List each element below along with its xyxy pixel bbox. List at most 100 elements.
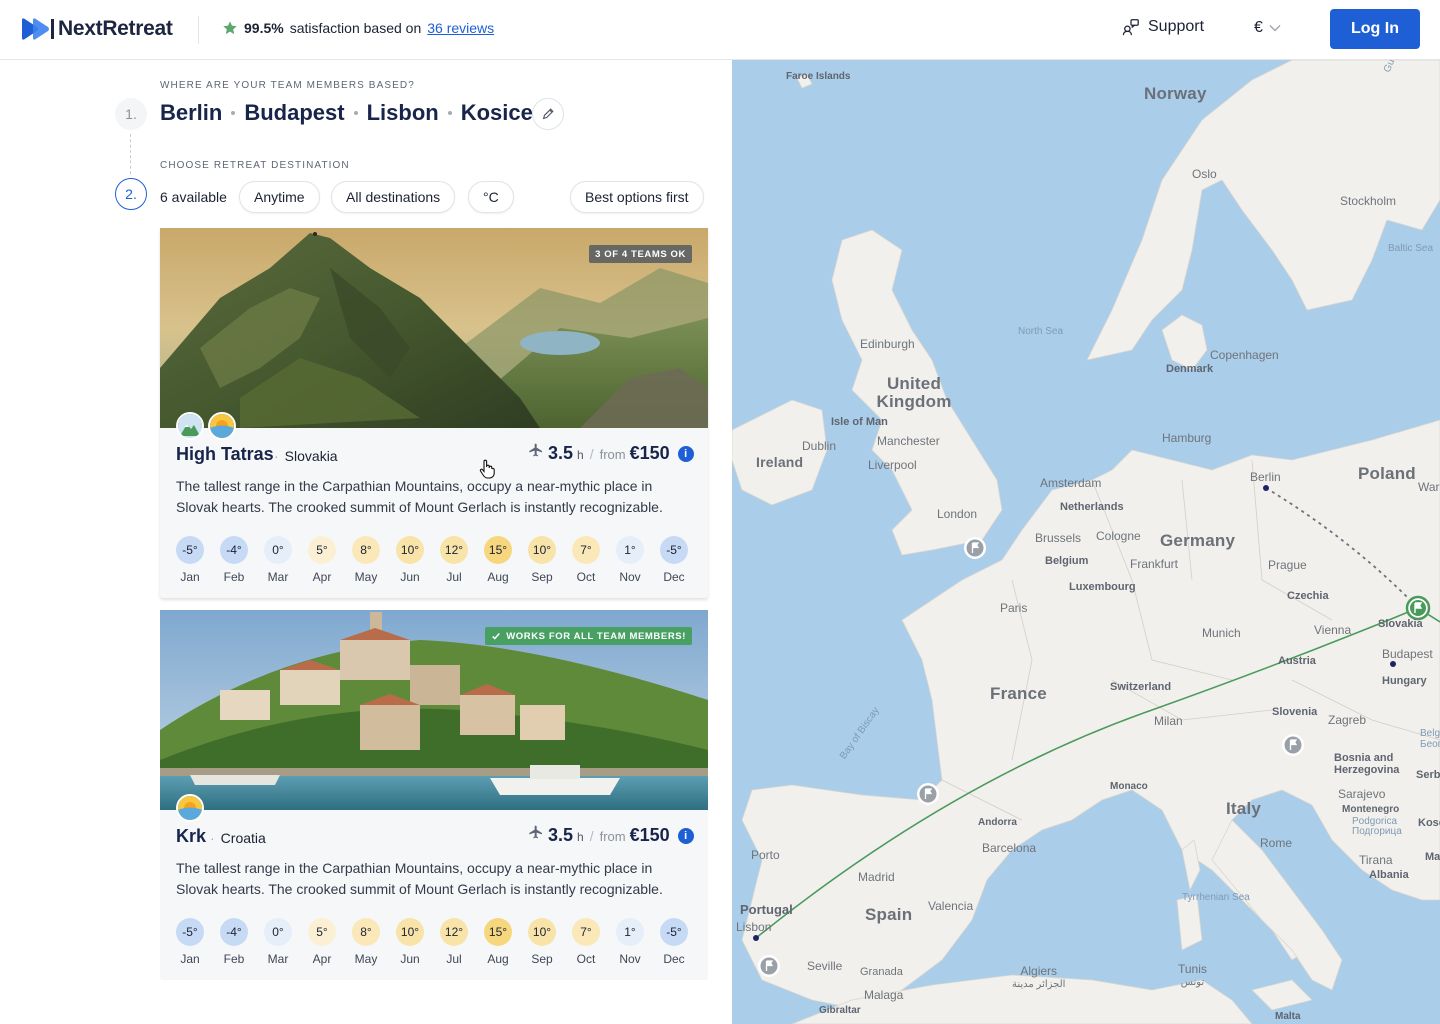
from-label: from [599, 447, 626, 462]
map-city-barcelona: Barcelona [982, 841, 1037, 855]
map-city-berlin: Berlin [1250, 470, 1281, 484]
map-label-isle-of-man: Isle of Man [831, 416, 888, 428]
pencil-icon [542, 108, 554, 120]
map-country-uk: United Kingdom [876, 374, 952, 411]
map-city-munich: Munich [1202, 626, 1241, 640]
destination-description: The tallest range in the Carpathian Moun… [176, 860, 663, 897]
map-label-czechia: Czechia [1287, 590, 1329, 602]
currency-select[interactable]: € [1254, 19, 1281, 37]
destination-type-icons [176, 794, 204, 822]
month-label: Jun [400, 952, 420, 966]
rating-summary: 99.5% satisfaction based on 36 reviews [222, 20, 494, 36]
map-label-bosnia: Bosnia and Herzegovina [1334, 752, 1400, 776]
info-icon[interactable]: i [677, 828, 694, 844]
map-label-andorra: Andorra [978, 817, 1017, 828]
support-icon [1122, 19, 1139, 36]
map-label-switzerland: Switzerland [1110, 681, 1172, 693]
info-icon[interactable]: i [677, 446, 694, 462]
step1-number: 1. [115, 98, 147, 130]
city-separator [353, 111, 358, 115]
map-label-ma: Ma [1425, 851, 1440, 863]
support-link[interactable]: Support [1122, 18, 1204, 36]
month-label: Jan [180, 952, 200, 966]
temperature-chip: 15° [484, 536, 512, 564]
map-city-madrid: Madrid [858, 870, 895, 884]
europe-map[interactable]: Faroe Islands Norway Gulf of Both Oslo S… [732, 60, 1440, 1024]
month-temperature: 0° Mar [264, 536, 292, 584]
plane-icon [529, 825, 542, 839]
map-city-cologne: Cologne [1096, 529, 1141, 543]
map-label-kosovo: Koso [1418, 817, 1440, 829]
month-label: Nov [619, 952, 641, 966]
map-country-ireland: Ireland [756, 454, 804, 470]
map-label-slovenia: Slovenia [1272, 706, 1318, 718]
login-button[interactable]: Log In [1330, 9, 1420, 49]
map-city-prague: Prague [1268, 558, 1307, 572]
map-label-serbia: Serb [1416, 769, 1440, 781]
map-country-italy: Italy [1226, 799, 1262, 818]
month-temperature: 7° Oct [572, 536, 600, 584]
monthly-temperatures: -5° Jan -4° Feb 0° Mar 5° Apr 8° May 10° Jun 12° Jul 1… [176, 918, 688, 966]
month-label: Oct [576, 952, 596, 966]
month-temperature: 10° Sep [528, 536, 556, 584]
map-country-norway: Norway [1144, 84, 1207, 103]
map-label-albania: Albania [1369, 869, 1409, 881]
month-temperature: 15° Aug [484, 918, 512, 966]
destination-card[interactable]: 3 OF 4 TEAMS OK High Tatras · Slovakia 3.… [160, 228, 708, 598]
city-budapest: Budapest [244, 100, 345, 125]
map-city-brussels: Brussels [1035, 531, 1082, 545]
month-temperature: 10° Jun [396, 536, 424, 584]
temperature-chip: -5° [660, 536, 688, 564]
map-city-malaga: Malaga [864, 988, 904, 1002]
available-count: 6 available [160, 189, 227, 205]
logo[interactable]: NextRetreat [20, 17, 173, 41]
month-label: Aug [487, 952, 509, 966]
temperature-chip: 7° [572, 536, 600, 564]
sort-select[interactable]: Best options first [570, 181, 704, 213]
logo-text: NextRetreat [58, 17, 173, 40]
destination-card[interactable]: WORKS FOR ALL TEAM MEMBERS! Krk · Croatia… [160, 610, 708, 980]
month-label: Apr [312, 952, 332, 966]
month-temperature: 1° Nov [616, 536, 644, 584]
edit-cities-button[interactable] [532, 98, 564, 130]
temperature-chip: 1° [616, 536, 644, 564]
temperature-chip: 10° [528, 918, 556, 946]
reviews-link[interactable]: 36 reviews [427, 20, 494, 36]
chevron-down-icon [1269, 25, 1281, 32]
filter-time[interactable]: Anytime [239, 181, 320, 213]
month-temperature: -5° Dec [660, 918, 688, 966]
map-city-lisbon: Lisbon [736, 920, 772, 934]
filter-temperature-unit[interactable]: °C [468, 181, 514, 213]
step2-overline: CHOOSE RETREAT DESTINATION [160, 160, 350, 171]
filter-destinations[interactable]: All destinations [331, 181, 456, 213]
map-land [732, 60, 1440, 1024]
flight-hours: 3.5 [548, 825, 574, 845]
hours-unit: h [577, 448, 584, 462]
map-city-tunis: Tunis تونس [1178, 962, 1207, 988]
destination-flag-marker[interactable] [757, 954, 781, 978]
header-divider [198, 16, 199, 44]
map-label-netherlands: Netherlands [1060, 501, 1124, 513]
map-label-luxembourg: Luxembourg [1069, 581, 1136, 593]
temperature-chip: 10° [396, 918, 424, 946]
month-temperature: -5° Jan [176, 918, 204, 966]
logo-mark-icon [22, 18, 54, 40]
destination-flag-marker[interactable] [1281, 733, 1305, 757]
destination-photo: 3 OF 4 TEAMS OK [160, 228, 708, 428]
map-label-montenegro: Montenegro [1342, 804, 1400, 815]
map-city-vienna: Vienna [1314, 623, 1352, 637]
month-temperature: 1° Nov [616, 918, 644, 966]
destination-flag-marker[interactable] [916, 782, 940, 806]
map-city-copenhagen: Copenhagen [1210, 348, 1279, 362]
month-label: Sep [531, 952, 553, 966]
map-country-spain: Spain [865, 905, 913, 924]
month-temperature: 12° Jul [440, 918, 468, 966]
map-city-milan: Milan [1154, 714, 1183, 728]
temperature-chip: 8° [352, 918, 380, 946]
destination-flag-marker[interactable] [963, 536, 987, 560]
flight-info: 3.5 h / from €150 i [528, 443, 694, 464]
month-temperature: 8° May [352, 536, 380, 584]
city-separator [231, 111, 236, 115]
city-berlin: Berlin [160, 100, 223, 125]
month-label: Jan [180, 570, 200, 584]
